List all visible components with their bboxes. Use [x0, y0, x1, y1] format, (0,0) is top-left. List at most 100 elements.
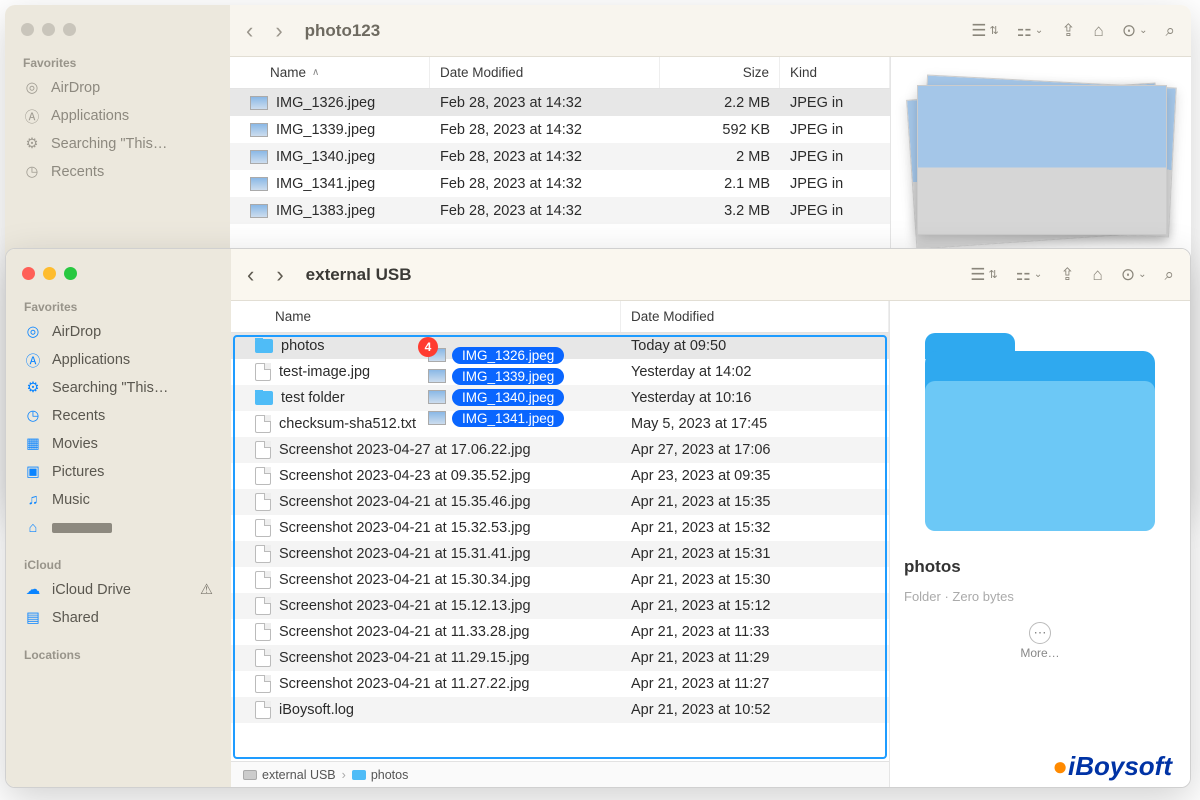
- folder-icon: [352, 770, 366, 780]
- file-row[interactable]: IMG_1340.jpegFeb 28, 2023 at 14:322 MBJP…: [230, 143, 890, 170]
- view-options-button[interactable]: ⚏ ⌄: [1016, 265, 1043, 285]
- file-name: Screenshot 2023-04-21 at 15.12.13.jpg: [279, 598, 531, 614]
- file-row[interactable]: IMG_1383.jpegFeb 28, 2023 at 14:323.2 MB…: [230, 197, 890, 224]
- file-row[interactable]: Screenshot 2023-04-21 at 11.29.15.jpgApr…: [231, 645, 889, 671]
- column-date[interactable]: Date Modified: [621, 301, 889, 332]
- drag-ghost-item: IMG_1326.jpeg: [428, 345, 564, 365]
- path-crumb-volume[interactable]: external USB: [243, 768, 336, 782]
- sidebar-item-pictures[interactable]: ▣Pictures: [6, 458, 231, 486]
- clock-icon: ◷: [24, 407, 42, 425]
- tags-button[interactable]: ⌂: [1093, 265, 1103, 285]
- file-name: IMG_1383.jpeg: [276, 203, 375, 219]
- zoom-button[interactable]: [64, 267, 77, 280]
- close-button[interactable]: [21, 23, 34, 36]
- file-date: Apr 21, 2023 at 15:30: [621, 572, 889, 588]
- file-date: Apr 21, 2023 at 11:27: [621, 676, 889, 692]
- search-button[interactable]: ⌕: [1165, 21, 1175, 41]
- image-thumb-icon: [250, 123, 268, 137]
- sidebar-item-home[interactable]: ⌂: [6, 514, 231, 542]
- column-name[interactable]: Name: [231, 301, 621, 332]
- file-row[interactable]: iBoysoft.logApr 21, 2023 at 10:52: [231, 697, 889, 723]
- sidebar-item-icloud-drive[interactable]: ☁iCloud Drive⚠︎: [6, 576, 231, 604]
- file-row[interactable]: Screenshot 2023-04-21 at 15.12.13.jpgApr…: [231, 593, 889, 619]
- nav-back-button[interactable]: ‹: [246, 18, 253, 44]
- file-name: Screenshot 2023-04-27 at 17.06.22.jpg: [279, 442, 531, 458]
- actions-button[interactable]: ⊙ ⌄: [1122, 21, 1148, 41]
- tags-button[interactable]: ⌂: [1094, 21, 1104, 41]
- nav-forward-button[interactable]: ›: [276, 262, 283, 288]
- file-date: Feb 28, 2023 at 14:32: [430, 176, 660, 192]
- file-name: Screenshot 2023-04-21 at 11.33.28.jpg: [279, 624, 529, 640]
- file-row[interactable]: Screenshot 2023-04-21 at 11.33.28.jpgApr…: [231, 619, 889, 645]
- sidebar-item-airdrop[interactable]: ◎AirDrop: [5, 74, 230, 102]
- column-name[interactable]: Name∧: [230, 57, 430, 88]
- image-thumb-icon: [250, 96, 268, 110]
- sidebar-item-music[interactable]: ♫Music: [6, 486, 231, 514]
- preview-more-button[interactable]: ⋯ More…: [1020, 622, 1059, 660]
- close-button[interactable]: [22, 267, 35, 280]
- zoom-button[interactable]: [63, 23, 76, 36]
- file-size: 2.2 MB: [660, 95, 780, 111]
- column-kind[interactable]: Kind: [780, 57, 890, 88]
- sidebar-item-recents[interactable]: ◷Recents: [5, 158, 230, 186]
- file-date: Feb 28, 2023 at 14:32: [430, 203, 660, 219]
- window-title: photo123: [305, 21, 381, 41]
- path-bar: external USB › photos: [231, 761, 889, 787]
- file-icon: [255, 571, 271, 589]
- share-button[interactable]: ⇪: [1060, 265, 1074, 285]
- sidebar-item-label: AirDrop: [52, 324, 101, 340]
- column-size[interactable]: Size: [660, 57, 780, 88]
- file-date: Yesterday at 10:16: [621, 390, 889, 406]
- view-options-button[interactable]: ⚏ ⌄: [1017, 21, 1044, 41]
- nav-back-button[interactable]: ‹: [247, 262, 254, 288]
- file-name: test folder: [281, 390, 345, 406]
- sidebar-item-movies[interactable]: ▦Movies: [6, 430, 231, 458]
- sidebar-item-recents[interactable]: ◷Recents: [6, 402, 231, 430]
- sidebar-item-label: Searching "This…: [52, 380, 168, 396]
- drag-ghost-item: IMG_1339.jpeg: [428, 366, 564, 386]
- movies-icon: ▦: [24, 435, 42, 453]
- file-row[interactable]: Screenshot 2023-04-23 at 09.35.52.jpgApr…: [231, 463, 889, 489]
- airdrop-icon: ◎: [23, 79, 41, 97]
- file-row[interactable]: Screenshot 2023-04-21 at 15.32.53.jpgApr…: [231, 515, 889, 541]
- file-date: Feb 28, 2023 at 14:32: [430, 149, 660, 165]
- file-row[interactable]: Screenshot 2023-04-21 at 11.27.22.jpgApr…: [231, 671, 889, 697]
- actions-button[interactable]: ⊙ ⌄: [1121, 265, 1147, 285]
- file-date: Apr 21, 2023 at 11:29: [621, 650, 889, 666]
- cloud-icon: ☁: [24, 581, 42, 599]
- folder-icon: [255, 391, 273, 405]
- applications-icon: Ⓐ: [24, 351, 42, 369]
- finder-window-front: Favorites ◎AirDrop ⒶApplications ⚙Search…: [5, 248, 1191, 788]
- sidebar-item-shared[interactable]: ▤Shared: [6, 604, 231, 632]
- file-kind: JPEG in: [780, 203, 890, 219]
- file-row[interactable]: IMG_1341.jpegFeb 28, 2023 at 14:322.1 MB…: [230, 170, 890, 197]
- file-date: Apr 21, 2023 at 10:52: [621, 702, 889, 718]
- path-crumb-folder[interactable]: photos: [352, 768, 409, 782]
- file-row[interactable]: Screenshot 2023-04-21 at 15.35.46.jpgApr…: [231, 489, 889, 515]
- sidebar-item-smart-search[interactable]: ⚙Searching "This…: [5, 130, 230, 158]
- sidebar-item-smart-search[interactable]: ⚙Searching "This…: [6, 374, 231, 402]
- airdrop-icon: ◎: [24, 323, 42, 341]
- search-button[interactable]: ⌕: [1164, 265, 1174, 285]
- sidebar-item-applications[interactable]: ⒶApplications: [5, 102, 230, 130]
- gear-icon: ⚙: [23, 135, 41, 153]
- sidebar-item-airdrop[interactable]: ◎ AirDrop: [6, 318, 231, 346]
- file-row[interactable]: Screenshot 2023-04-27 at 17.06.22.jpgApr…: [231, 437, 889, 463]
- view-list-button[interactable]: ☰ ⇅: [970, 265, 997, 285]
- music-icon: ♫: [24, 491, 42, 509]
- file-row[interactable]: Screenshot 2023-04-21 at 15.31.41.jpgApr…: [231, 541, 889, 567]
- view-list-button[interactable]: ☰ ⇅: [971, 21, 998, 41]
- nav-forward-button[interactable]: ›: [275, 18, 282, 44]
- file-name: checksum-sha512.txt: [279, 416, 416, 432]
- preview-folder-icon: [925, 351, 1155, 531]
- column-date[interactable]: Date Modified: [430, 57, 660, 88]
- file-row[interactable]: IMG_1326.jpegFeb 28, 2023 at 14:322.2 MB…: [230, 89, 890, 116]
- file-name: photos: [281, 338, 325, 354]
- sidebar-section-favorites: Favorites: [5, 50, 230, 74]
- share-button[interactable]: ⇪: [1061, 21, 1075, 41]
- file-row[interactable]: Screenshot 2023-04-21 at 15.30.34.jpgApr…: [231, 567, 889, 593]
- file-row[interactable]: IMG_1339.jpegFeb 28, 2023 at 14:32592 KB…: [230, 116, 890, 143]
- minimize-button[interactable]: [42, 23, 55, 36]
- sidebar-item-applications[interactable]: ⒶApplications: [6, 346, 231, 374]
- minimize-button[interactable]: [43, 267, 56, 280]
